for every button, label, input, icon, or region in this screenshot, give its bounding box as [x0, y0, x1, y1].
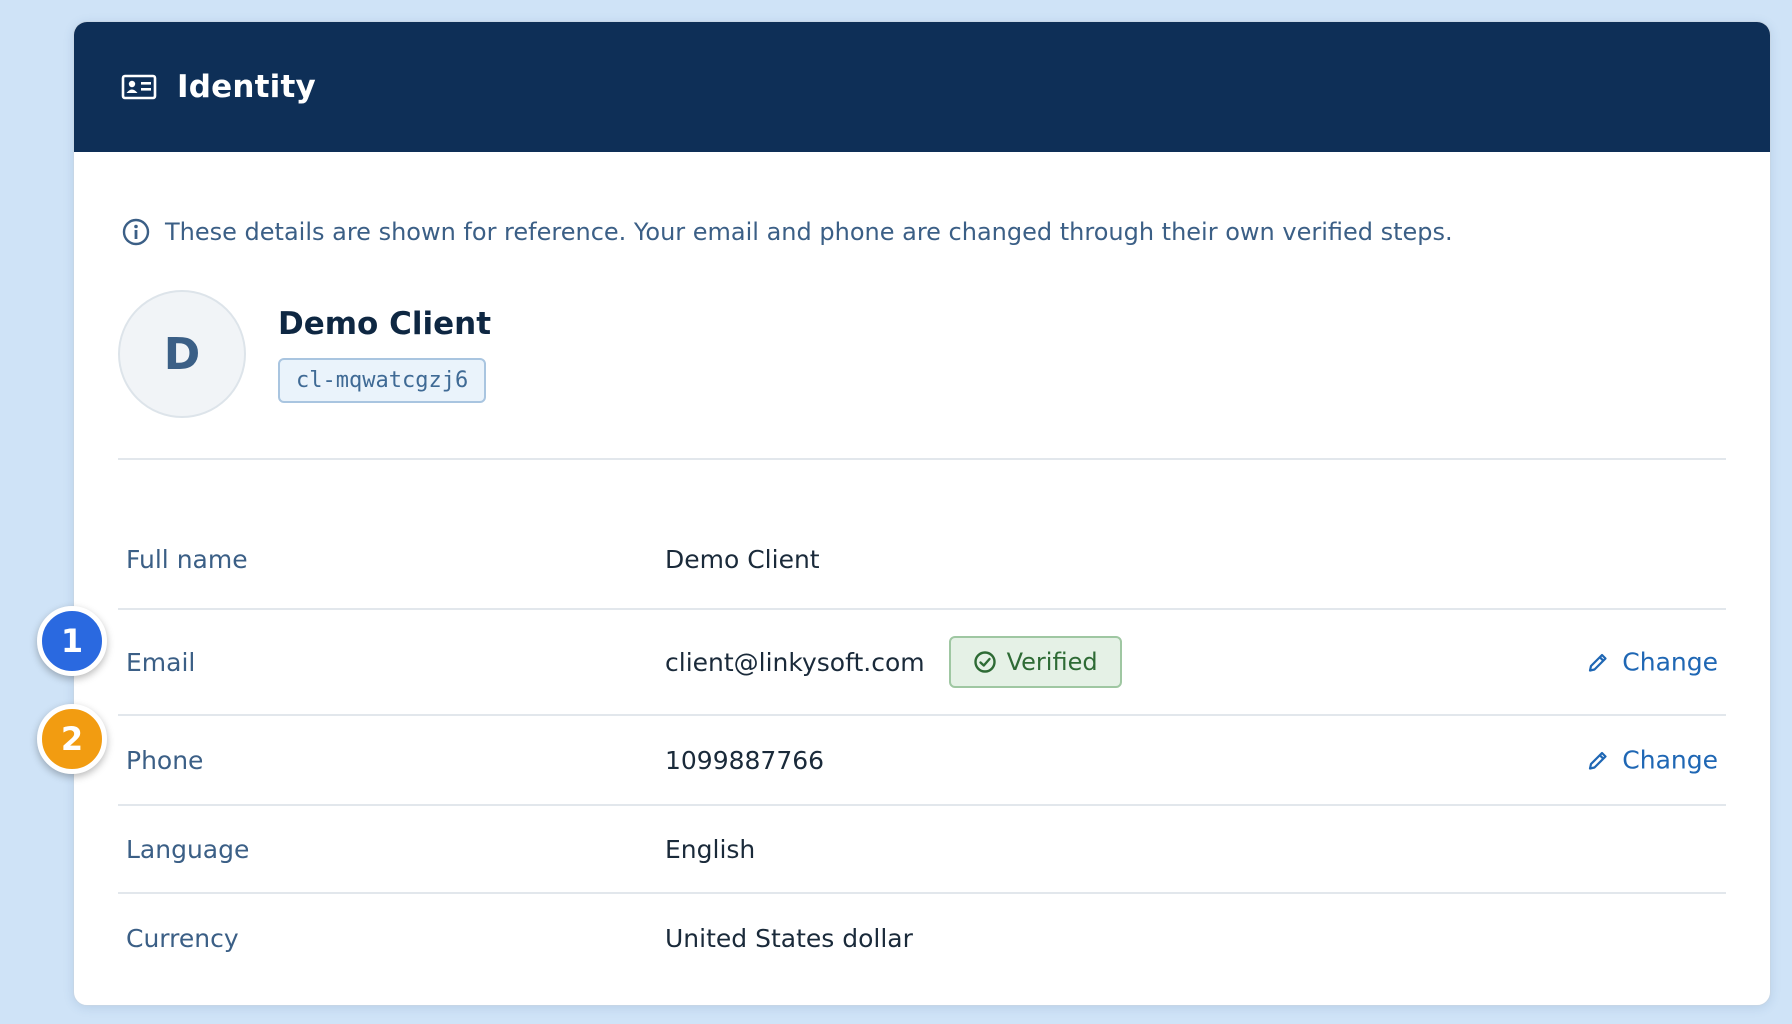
id-card-icon: [121, 74, 157, 100]
info-text: These details are shown for reference. Y…: [165, 218, 1453, 246]
change-phone-button[interactable]: Change: [1586, 746, 1718, 775]
phone-value: 1099887766: [665, 745, 825, 775]
divider: [118, 458, 1726, 460]
field-row-phone: Phone 1099887766 Change: [118, 716, 1726, 806]
field-label: Full name: [126, 544, 248, 574]
identity-card: Identity These details are shown for ref…: [73, 21, 1771, 1006]
verified-badge: Verified: [948, 636, 1122, 688]
profile-name: Demo Client: [278, 305, 492, 342]
field-label: Phone: [126, 745, 204, 775]
change-phone-label: Change: [1622, 745, 1718, 775]
pencil-icon: [1586, 748, 1610, 772]
info-icon: [121, 217, 151, 247]
step-marker-1: 1: [37, 606, 107, 676]
verified-label: Verified: [1006, 648, 1098, 676]
field-row-currency: Currency United States dollar: [118, 894, 1726, 982]
avatar: D: [118, 290, 246, 418]
client-id-badge: cl-mqwatcgzj6: [278, 357, 487, 403]
field-value: United States dollar: [665, 923, 913, 953]
change-email-label: Change: [1622, 647, 1718, 677]
field-row-full-name: Full name Demo Client: [118, 510, 1726, 610]
field-row-email: Email client@linkysoft.com Verified Chan…: [118, 610, 1726, 716]
pencil-icon: [1586, 650, 1610, 674]
field-value: English: [665, 834, 756, 864]
field-value: Demo Client: [665, 544, 820, 574]
card-header: Identity: [74, 22, 1770, 152]
profile-summary: D Demo Client cl-mqwatcgzj6: [118, 290, 491, 418]
check-circle-icon: [973, 650, 997, 674]
step-marker-2: 2: [37, 704, 107, 774]
field-row-language: Language English: [118, 806, 1726, 894]
email-value: client@linkysoft.com: [665, 647, 925, 677]
change-email-button[interactable]: Change: [1586, 648, 1718, 677]
field-label: Currency: [126, 923, 239, 953]
identity-fields: Full name Demo Client Email client@linky…: [118, 510, 1726, 982]
info-notice: These details are shown for reference. Y…: [121, 217, 1453, 247]
field-label: Email: [126, 647, 196, 677]
card-title: Identity: [177, 69, 316, 105]
field-label: Language: [126, 834, 250, 864]
